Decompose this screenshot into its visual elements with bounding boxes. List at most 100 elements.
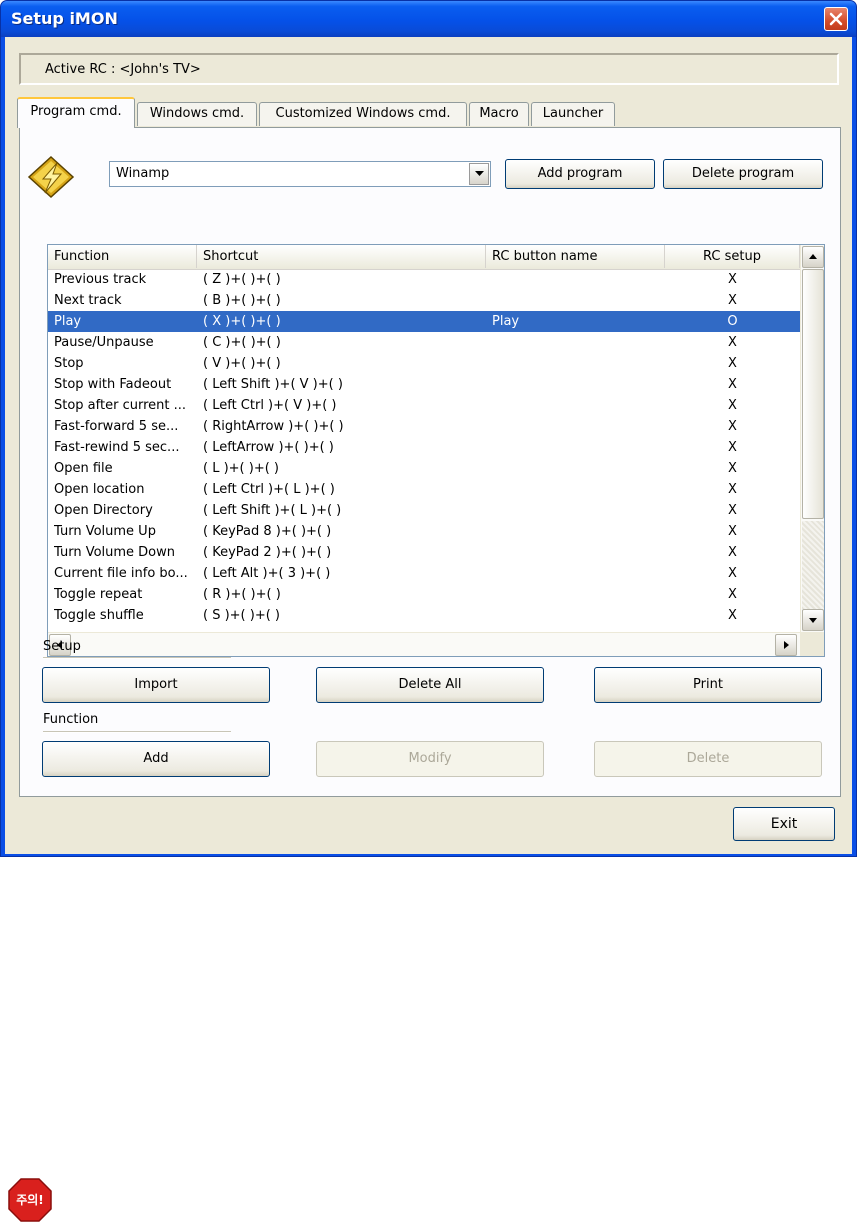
dialog-client-area: Active RC : <John's TV> Program cmd. Win…	[5, 37, 852, 854]
close-icon	[829, 12, 843, 26]
cell-function: Open file	[54, 461, 113, 476]
setup-divider	[43, 657, 231, 659]
cell-function: Open location	[54, 482, 145, 497]
tab-label: Customized Windows cmd.	[275, 106, 451, 121]
table-row[interactable]: Fast-forward 5 se... ( RightArrow )+( )+(…	[48, 416, 800, 437]
cell-shortcut: ( C )+( )+( )	[203, 335, 281, 350]
cell-rc-setup: X	[728, 587, 737, 602]
cell-shortcut: ( LeftArrow )+( )+( )	[203, 440, 334, 455]
table-row[interactable]: Play ( X )+( )+( ) Play O	[48, 311, 800, 332]
delete-all-button[interactable]: Delete All	[316, 667, 544, 703]
vertical-scroll-thumb[interactable]	[802, 269, 824, 519]
cell-function: Previous track	[54, 272, 147, 287]
tab-label: Program cmd.	[30, 104, 122, 119]
warning-stop-icon: 주의!	[8, 1178, 52, 1222]
cell-rc-setup: X	[728, 545, 737, 560]
function-section-label: Function	[43, 712, 99, 727]
cell-function: Stop after current ...	[54, 398, 186, 413]
table-row[interactable]: Turn Volume Down ( KeyPad 2 )+( )+( ) X	[48, 542, 800, 563]
vertical-scrollbar[interactable]	[800, 245, 824, 633]
cell-rc-setup: X	[728, 440, 737, 455]
cell-function: Turn Volume Down	[54, 545, 176, 560]
warning-badge-text: 주의!	[16, 1193, 44, 1207]
table-row[interactable]: Stop with Fadeout ( Left Shift )+( V )+( …	[48, 374, 800, 395]
cell-shortcut: ( KeyPad 2 )+( )+( )	[203, 545, 332, 560]
cell-function: Fast-forward 5 se...	[54, 419, 179, 434]
table-row[interactable]: Turn Volume Up ( KeyPad 8 )+( )+( ) X	[48, 521, 800, 542]
cell-shortcut: ( Left Alt )+( 3 )+( )	[203, 566, 331, 581]
scroll-right-button[interactable]	[775, 634, 797, 656]
cell-shortcut: ( RightArrow )+( )+( )	[203, 419, 344, 434]
function-divider	[43, 731, 231, 733]
tab-label: Windows cmd.	[149, 106, 245, 121]
scroll-up-button[interactable]	[802, 246, 824, 268]
cell-rc-setup: X	[728, 482, 737, 497]
scroll-down-button[interactable]	[802, 609, 824, 631]
cell-rc-setup: X	[728, 293, 737, 308]
cell-shortcut: ( Left Ctrl )+( L )+( )	[203, 482, 335, 497]
horizontal-scrollbar[interactable]	[48, 632, 800, 656]
print-button[interactable]: Print	[594, 667, 822, 703]
column-header-rc-setup[interactable]: RC setup	[665, 245, 800, 268]
cell-function: Pause/Unpause	[54, 335, 154, 350]
active-rc-label: Active RC : <John's TV>	[45, 62, 201, 77]
exit-button[interactable]: Exit	[733, 807, 835, 841]
table-row[interactable]: Next track ( B )+( )+( ) X	[48, 290, 800, 311]
table-row[interactable]: Fast-rewind 5 sec... ( LeftArrow )+( )+( …	[48, 437, 800, 458]
cell-shortcut: ( B )+( )+( )	[203, 293, 281, 308]
cell-shortcut: ( Left Shift )+( L )+( )	[203, 503, 342, 518]
cell-function: Play	[54, 314, 82, 329]
cell-function: Open Directory	[54, 503, 153, 518]
column-header-function[interactable]: Function	[48, 245, 197, 268]
table-row[interactable]: Open Directory ( Left Shift )+( L )+( ) X	[48, 500, 800, 521]
cell-rc-setup: X	[728, 356, 737, 371]
table-row[interactable]: Open location ( Left Ctrl )+( L )+( ) X	[48, 479, 800, 500]
cell-rc-setup: X	[728, 272, 737, 287]
cell-rc-setup: X	[728, 566, 737, 581]
table-row[interactable]: Previous track ( Z )+( )+( ) X	[48, 269, 800, 290]
cell-rc-setup: X	[728, 608, 737, 623]
cell-function: Toggle repeat	[54, 587, 143, 602]
program-select[interactable]: Winamp	[109, 161, 491, 187]
arrow-up-icon	[809, 254, 817, 259]
cell-function: Next track	[54, 293, 122, 308]
cell-rc-setup: X	[728, 335, 737, 350]
close-button[interactable]	[824, 7, 848, 31]
tab-label: Macro	[479, 106, 519, 121]
arrow-down-icon	[809, 618, 817, 623]
table-row[interactable]: Toggle repeat ( R )+( )+( ) X	[48, 584, 800, 605]
import-button[interactable]: Import	[42, 667, 270, 703]
cell-shortcut: ( R )+( )+( )	[203, 587, 281, 602]
title-bar[interactable]: Setup iMON	[1, 1, 856, 37]
delete-function-button[interactable]: Delete	[594, 741, 822, 777]
tab-label: Launcher	[542, 106, 604, 121]
table-row[interactable]: Stop after current ... ( Left Ctrl )+( V …	[48, 395, 800, 416]
add-function-button[interactable]: Add	[42, 741, 270, 777]
list-header: Function Shortcut RC button name RC setu…	[48, 245, 800, 270]
cell-rc-setup: X	[728, 377, 737, 392]
cell-rc-button-name: Play	[492, 314, 520, 329]
cell-rc-setup: X	[728, 461, 737, 476]
delete-program-button[interactable]: Delete program	[663, 159, 823, 189]
cell-shortcut: ( Left Shift )+( V )+( )	[203, 377, 343, 392]
tab-macro[interactable]: Macro	[469, 102, 529, 126]
cell-rc-setup: O	[727, 314, 738, 329]
table-row[interactable]: Current file info bo... ( Left Alt )+( 3 …	[48, 563, 800, 584]
winamp-lightning-icon	[27, 155, 75, 199]
column-header-shortcut[interactable]: Shortcut	[197, 245, 486, 268]
program-dropdown-button[interactable]	[469, 163, 489, 185]
cell-function: Toggle shuffle	[54, 608, 144, 623]
function-list[interactable]: Function Shortcut RC button name RC setu…	[47, 244, 825, 657]
tab-customized-windows-cmd[interactable]: Customized Windows cmd.	[259, 102, 467, 126]
column-header-rc-button-name[interactable]: RC button name	[486, 245, 665, 268]
table-row[interactable]: Toggle shuffle ( S )+( )+( ) X	[48, 605, 800, 626]
modify-function-button[interactable]: Modify	[316, 741, 544, 777]
tab-launcher[interactable]: Launcher	[531, 102, 615, 126]
vertical-scroll-track[interactable]	[802, 521, 824, 609]
tab-windows-cmd[interactable]: Windows cmd.	[137, 102, 257, 126]
add-program-button[interactable]: Add program	[505, 159, 655, 189]
table-row[interactable]: Stop ( V )+( )+( ) X	[48, 353, 800, 374]
table-row[interactable]: Pause/Unpause ( C )+( )+( ) X	[48, 332, 800, 353]
table-row[interactable]: Open file ( L )+( )+( ) X	[48, 458, 800, 479]
tab-program-cmd[interactable]: Program cmd.	[17, 97, 135, 128]
